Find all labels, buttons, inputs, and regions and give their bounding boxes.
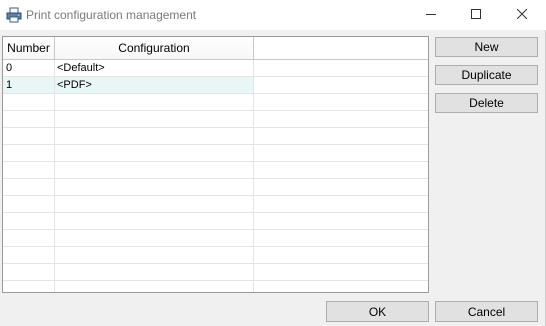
cell-configuration: [55, 281, 254, 292]
empty-table-row: [3, 179, 428, 196]
ok-button[interactable]: OK: [326, 301, 429, 322]
maximize-icon: [471, 8, 481, 22]
cell-configuration: [55, 247, 254, 263]
cell-configuration: <Default>: [55, 60, 254, 76]
delete-button[interactable]: Delete: [435, 93, 538, 113]
maximize-button[interactable]: [453, 0, 499, 30]
column-header-configuration[interactable]: Configuration: [55, 37, 254, 59]
cell-number: [3, 213, 55, 229]
cell-number: 1: [3, 77, 55, 93]
cell-configuration: [55, 213, 254, 229]
cell-number: [3, 230, 55, 246]
printer-icon: [6, 7, 22, 23]
window-title: Print configuration management: [26, 8, 197, 22]
cell-number: 0: [3, 60, 55, 76]
cell-number: [3, 247, 55, 263]
close-button[interactable]: [499, 0, 545, 30]
empty-table-row: [3, 111, 428, 128]
empty-table-row: [3, 162, 428, 179]
cell-configuration: [55, 111, 254, 127]
cell-configuration: [55, 128, 254, 144]
empty-table-row: [3, 213, 428, 230]
close-icon: [516, 8, 528, 22]
cell-configuration: [55, 264, 254, 280]
empty-table-row: [3, 281, 428, 292]
table-body: 0 <Default> 1 <PDF>: [3, 60, 428, 292]
cancel-button[interactable]: Cancel: [435, 301, 538, 322]
minimize-icon: [426, 8, 436, 22]
cell-number: [3, 196, 55, 212]
cell-number: [3, 128, 55, 144]
empty-table-row: [3, 145, 428, 162]
new-button[interactable]: New: [435, 37, 538, 57]
cell-configuration: [55, 162, 254, 178]
cell-number: [3, 162, 55, 178]
cell-configuration: [55, 145, 254, 161]
empty-table-row: [3, 196, 428, 213]
print-config-dialog: Print configuration management Number Co…: [0, 0, 546, 326]
cell-number: [3, 281, 55, 292]
empty-table-row: [3, 264, 428, 281]
cell-configuration: [55, 179, 254, 195]
empty-table-row: [3, 94, 428, 111]
cell-number: [3, 264, 55, 280]
cell-number: [3, 111, 55, 127]
table-header: Number Configuration: [3, 37, 428, 60]
minimize-button[interactable]: [408, 0, 454, 30]
empty-table-row: [3, 230, 428, 247]
configuration-table[interactable]: Number Configuration 0 <Default> 1 <PDF>: [2, 36, 429, 293]
cell-configuration: [55, 94, 254, 110]
cell-number: [3, 94, 55, 110]
cell-number: [3, 179, 55, 195]
cell-configuration: [55, 196, 254, 212]
empty-table-row: [3, 128, 428, 145]
table-row[interactable]: 0 <Default>: [3, 60, 428, 77]
cell-number: [3, 145, 55, 161]
cell-configuration: [55, 230, 254, 246]
title-bar[interactable]: Print configuration management: [0, 0, 546, 30]
cell-configuration: <PDF>: [55, 77, 254, 93]
duplicate-button[interactable]: Duplicate: [435, 65, 538, 85]
empty-table-row: [3, 247, 428, 264]
table-row[interactable]: 1 <PDF>: [3, 77, 428, 94]
column-header-number[interactable]: Number: [3, 37, 55, 59]
